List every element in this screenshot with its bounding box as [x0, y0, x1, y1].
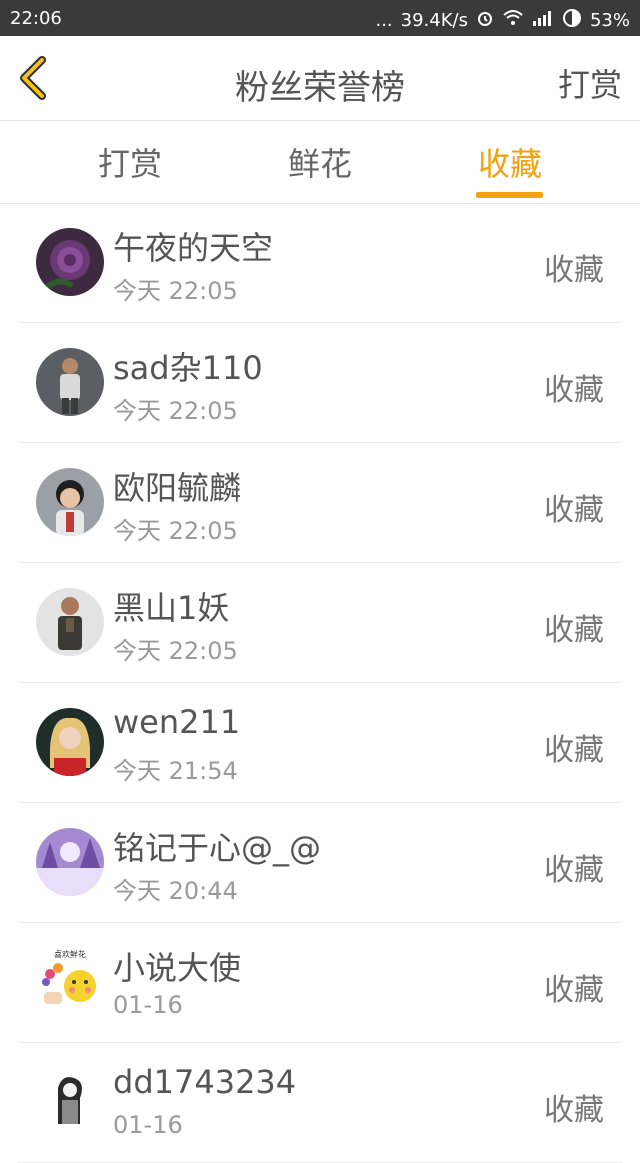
- user-name: 小说大使: [113, 949, 242, 987]
- timestamp: 今天 22:05: [113, 637, 238, 665]
- avatar: [36, 228, 104, 296]
- favorite-label: 收藏: [544, 973, 604, 1008]
- list-item[interactable]: 黑山1妖 今天 22:05 收藏: [18, 563, 622, 683]
- list-item[interactable]: sad杂110 今天 22:05 收藏: [18, 323, 622, 443]
- avatar: [36, 828, 104, 896]
- battery-percent: 53%: [589, 9, 630, 31]
- user-name: dd1743234: [113, 1063, 297, 1101]
- avatar: 喜欢鲜花: [36, 948, 104, 1016]
- tab-favorites[interactable]: 收藏: [450, 139, 570, 185]
- header: 粉丝荣誉榜 打赏: [0, 36, 640, 121]
- favorite-label: 收藏: [544, 373, 604, 408]
- avatar-sticker-text: 喜欢鲜花: [54, 949, 86, 959]
- timestamp: 今天 22:05: [113, 277, 238, 305]
- user-name: 午夜的天空: [113, 229, 274, 267]
- page-title: 粉丝荣誉榜: [235, 68, 405, 108]
- user-name: 黑山1妖: [113, 589, 230, 627]
- user-name: 欧阳毓麟: [113, 469, 242, 507]
- avatar: [36, 588, 104, 656]
- favorite-label: 收藏: [544, 733, 604, 768]
- active-tab-indicator: [476, 192, 543, 198]
- user-name: wen211: [113, 703, 241, 741]
- favorite-label: 收藏: [544, 493, 604, 528]
- list-item[interactable]: 欧阳毓麟 今天 22:05 收藏: [18, 443, 622, 563]
- favorite-label: 收藏: [544, 253, 604, 288]
- list-item[interactable]: 午夜的天空 今天 22:05 收藏: [18, 203, 622, 323]
- tab-bar: 打赏 鲜花 收藏: [0, 121, 640, 204]
- reward-button[interactable]: 打赏: [558, 60, 622, 106]
- timestamp: 今天 22:05: [113, 517, 238, 545]
- user-name: sad杂110: [113, 349, 263, 387]
- user-name: 铭记于心@_@: [113, 829, 322, 867]
- avatar: [36, 348, 104, 416]
- timestamp: 01-16: [113, 1111, 183, 1139]
- avatar: [36, 708, 104, 776]
- favorite-label: 收藏: [544, 613, 604, 648]
- favorite-label: 收藏: [544, 1093, 604, 1128]
- network-speed: 39.4K/s: [400, 9, 468, 31]
- timestamp: 今天 21:54: [113, 757, 238, 785]
- list-item[interactable]: dd1743234 01-16 收藏: [18, 1043, 622, 1163]
- timestamp: 今天 22:05: [113, 397, 238, 425]
- wifi-icon: [502, 9, 524, 31]
- list-item[interactable]: 喜欢鲜花 小说大使 01-16 收藏: [18, 923, 622, 1043]
- signal-icon: [532, 9, 554, 31]
- list-item[interactable]: 铭记于心@_@ 今天 20:44 收藏: [18, 803, 622, 923]
- favorite-label: 收藏: [544, 853, 604, 888]
- tab-flowers[interactable]: 鲜花: [260, 139, 380, 185]
- tab-reward[interactable]: 打赏: [70, 139, 190, 185]
- avatar: [36, 468, 104, 536]
- timestamp: 01-16: [113, 991, 183, 1019]
- timestamp: 今天 20:44: [113, 877, 238, 905]
- alarm-icon: [476, 9, 494, 31]
- list-item[interactable]: wen211 今天 21:54 收藏: [18, 683, 622, 803]
- status-bar: 22:06 ... 39.4K/s 53%: [0, 0, 640, 36]
- battery-icon: [562, 8, 582, 32]
- status-dots: ...: [375, 9, 393, 31]
- avatar: [36, 1068, 104, 1136]
- status-time: 22:06: [10, 8, 62, 29]
- status-right: ... 39.4K/s 53%: [375, 8, 630, 32]
